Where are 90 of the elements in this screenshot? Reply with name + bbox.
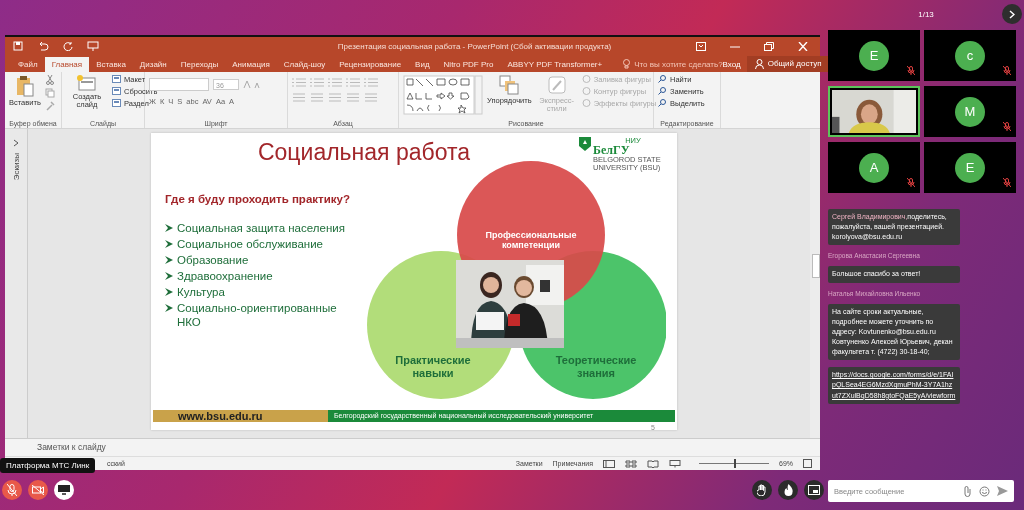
slideshow-view-icon[interactable]	[669, 459, 681, 468]
bullet-text: Социальная защита населения	[177, 220, 346, 236]
ribbon-tab[interactable]: Дизайн	[132, 56, 174, 72]
scissors-icon[interactable]	[44, 74, 55, 85]
notes-field[interactable]: Заметки к слайду	[5, 438, 820, 457]
ribbon-tab[interactable]: Анимация	[225, 56, 277, 72]
layout-icon	[112, 87, 121, 96]
editing-icon	[658, 99, 667, 108]
window-title: Презентация социальная работа - PowerPoint (Сбой активации продукта)	[336, 41, 613, 51]
ribbon-tab[interactable]: ABBYY PDF Transformer+	[500, 56, 610, 72]
ribbon-options-icon[interactable]	[696, 41, 706, 51]
arrange-icon	[499, 74, 520, 95]
microphone-button[interactable]	[2, 480, 22, 501]
shapes-gallery[interactable]	[403, 74, 483, 115]
copy-icon[interactable]	[44, 87, 55, 98]
avatar: Е	[859, 40, 889, 71]
next-page-button[interactable]	[1002, 4, 1022, 24]
flame-icon	[783, 484, 793, 496]
reaction-button[interactable]	[778, 480, 798, 500]
paperclip-icon[interactable]	[963, 485, 972, 497]
ribbon-tab[interactable]: Вид	[408, 56, 437, 72]
bullet-text: Социально-ориентированные НКО	[177, 300, 338, 331]
arrow-bullet-icon	[165, 287, 173, 296]
avatar: М	[955, 96, 985, 127]
arrow-bullet-icon	[165, 255, 173, 264]
bullet-text: Образование	[177, 252, 250, 268]
logo-name: БелГУ	[593, 144, 630, 157]
lightbulb-icon	[623, 59, 631, 70]
editing-icon	[658, 87, 667, 96]
pip-icon	[808, 485, 820, 495]
picture-in-picture-button[interactable]	[804, 480, 824, 500]
camera-off-icon	[32, 485, 44, 496]
send-icon[interactable]	[997, 486, 1008, 496]
ribbon-tab[interactable]: Главная	[44, 56, 90, 72]
ribbon-tab[interactable]: Рецензирование	[332, 56, 409, 72]
arrow-bullet-icon	[165, 303, 173, 312]
circle-label: Теоретические знания	[554, 353, 638, 380]
bullet-text: Культура	[177, 284, 226, 300]
expand-icon[interactable]	[13, 138, 19, 147]
person-icon	[754, 58, 764, 69]
redo-icon[interactable]	[63, 41, 73, 52]
normal-view-icon[interactable]	[603, 459, 615, 468]
avatar: А	[859, 152, 889, 183]
hand-icon	[757, 484, 767, 496]
close-icon[interactable]	[798, 41, 808, 51]
fit-slide-icon[interactable]	[803, 459, 812, 469]
format-brush-icon[interactable]	[44, 100, 55, 111]
chevron-right-icon	[1009, 9, 1015, 19]
slideshow-icon[interactable]	[87, 41, 99, 52]
bullet-text: Здравоохранение	[177, 268, 274, 284]
layout-icon	[112, 75, 121, 84]
arrow-bullet-icon	[165, 271, 173, 280]
camera-button[interactable]	[28, 480, 48, 501]
layout-icon	[112, 99, 121, 108]
bullet-text: Социальное обслуживание	[177, 236, 324, 252]
emoji-icon[interactable]	[979, 485, 990, 497]
brush-icon	[546, 74, 567, 95]
reading-view-icon[interactable]	[647, 459, 659, 468]
avatar: с	[955, 40, 985, 71]
thumbnails-label[interactable]: Эскизы	[11, 152, 21, 180]
ribbon-tab[interactable]: Переходы	[173, 56, 226, 72]
crest-icon	[579, 136, 591, 151]
tell-me-field[interactable]: Что вы хотите сделать?	[634, 59, 723, 69]
arrow-bullet-icon	[165, 239, 173, 248]
footer-url: www.bsu.edu.ru	[153, 409, 328, 422]
arrow-bullet-icon	[165, 223, 173, 232]
scrollbar[interactable]	[810, 128, 820, 439]
ribbon-tab[interactable]: Файл	[11, 56, 45, 72]
sorter-view-icon[interactable]	[625, 459, 637, 468]
ribbon-tab[interactable]: Вставка	[89, 56, 133, 72]
editing-icon	[658, 75, 667, 84]
save-icon[interactable]	[13, 41, 23, 52]
undo-icon[interactable]	[37, 41, 49, 52]
sign-in-link[interactable]: Вход	[722, 56, 741, 72]
ribbon-tab[interactable]: Слайд-шоу	[276, 56, 333, 72]
muted-microphone-icon	[7, 484, 17, 497]
raise-hand-button[interactable]	[752, 480, 772, 500]
clipboard-icon	[15, 74, 34, 97]
page-counter: 1/13	[918, 9, 934, 19]
tooltip: Платформа МТС Линк	[0, 458, 96, 473]
new-slide-icon	[77, 74, 97, 91]
screen-share-button[interactable]	[54, 480, 74, 501]
avatar: Е	[955, 152, 985, 183]
monitor-icon	[58, 485, 70, 496]
circle-label: Практические навыки	[394, 353, 472, 380]
slide-title: Социальная работа	[257, 137, 471, 166]
slide-question: Где я буду проходить практику?	[165, 192, 351, 205]
restore-icon[interactable]	[764, 41, 774, 51]
ribbon-tab[interactable]: Nitro PDF Pro	[436, 56, 501, 72]
circle-label: Профессиональные компетенции	[484, 229, 578, 251]
